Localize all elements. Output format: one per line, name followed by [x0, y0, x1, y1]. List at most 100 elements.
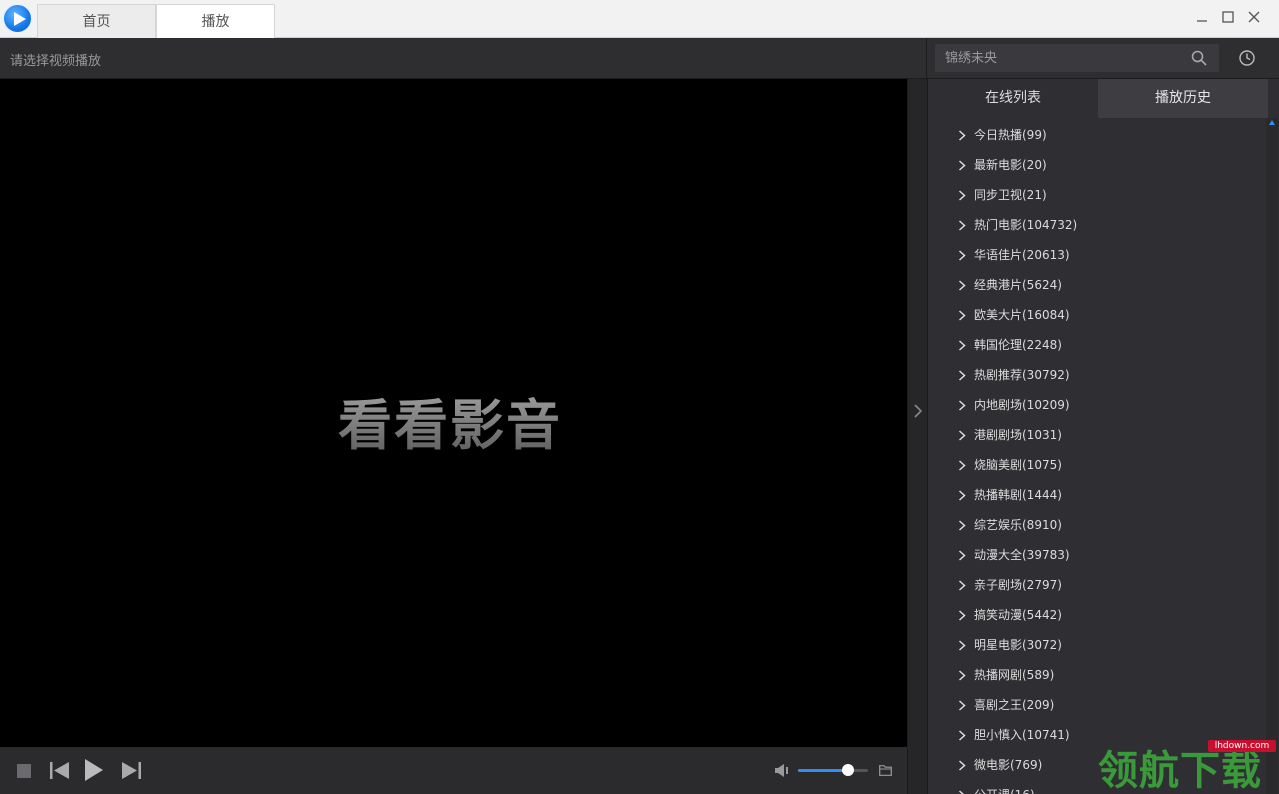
list-item-label: 微电影(769) [974, 758, 1043, 772]
list-item-label: 热剧推荐(30792) [974, 368, 1070, 382]
list-item[interactable]: 港剧剧场(1031) [928, 420, 1266, 450]
list-item-label: 胆小慎入(10741) [974, 728, 1070, 742]
chevron-right-icon [958, 280, 966, 291]
list-item[interactable]: 经典港片(5624) [928, 270, 1266, 300]
maximize-icon[interactable] [1215, 6, 1241, 30]
divider [926, 38, 927, 79]
list-item[interactable]: 亲子剧场(2797) [928, 570, 1266, 600]
list-item-label: 同步卫视(21) [974, 188, 1047, 202]
list-item-label: 经典港片(5624) [974, 278, 1062, 292]
list-item[interactable]: 热播韩剧(1444) [928, 480, 1266, 510]
list-item-label: 明星电影(3072) [974, 638, 1062, 652]
list-item-label: 内地剧场(10209) [974, 398, 1070, 412]
list-item[interactable]: 动漫大全(39783) [928, 540, 1266, 570]
list-item-label: 动漫大全(39783) [974, 548, 1070, 562]
list-item-label: 华语佳片(20613) [974, 248, 1070, 262]
chevron-right-icon [958, 550, 966, 561]
list-item-label: 热播韩剧(1444) [974, 488, 1062, 502]
close-icon[interactable] [1241, 6, 1267, 30]
chevron-right-icon [958, 400, 966, 411]
chevron-right-icon [958, 370, 966, 381]
list-item[interactable]: 欧美大片(16084) [928, 300, 1266, 330]
chevron-right-icon [958, 760, 966, 771]
search-icon[interactable] [1191, 50, 1207, 66]
chevron-right-icon [958, 430, 966, 441]
site-watermark-url: lhdown.com [1208, 740, 1276, 752]
chevron-right-icon [958, 340, 966, 351]
list-item[interactable]: 韩国伦理(2248) [928, 330, 1266, 360]
chevron-right-icon [958, 190, 966, 201]
chevron-right-icon [958, 610, 966, 621]
list-item-label: 亲子剧场(2797) [974, 578, 1062, 592]
previous-icon[interactable] [50, 762, 69, 779]
list-item[interactable]: 热播网剧(589) [928, 660, 1266, 690]
volume-slider-fill [798, 769, 847, 772]
panel-toggle-handle[interactable] [907, 79, 928, 794]
history-clock-icon[interactable] [1238, 49, 1256, 67]
chevron-right-icon [958, 250, 966, 261]
list-item-label: 综艺娱乐(8910) [974, 518, 1062, 532]
list-item[interactable]: 内地剧场(10209) [928, 390, 1266, 420]
list-item-label: 搞笑动漫(5442) [974, 608, 1062, 622]
chevron-right-icon [958, 220, 966, 231]
search-box[interactable] [935, 44, 1219, 72]
tab-play[interactable]: 播放 [156, 4, 275, 38]
app-logo-icon [2, 3, 33, 34]
list-item[interactable]: 搞笑动漫(5442) [928, 600, 1266, 630]
list-item-label: 最新电影(20) [974, 158, 1047, 172]
list-item-label: 公开课(16) [974, 788, 1035, 794]
chevron-right-icon [958, 580, 966, 591]
list-item[interactable]: 烧脑美剧(1075) [928, 450, 1266, 480]
tab-online-list[interactable]: 在线列表 [928, 79, 1098, 118]
list-item[interactable]: 明星电影(3072) [928, 630, 1266, 660]
title-bar: 首页 播放 [0, 0, 1279, 38]
list-item[interactable]: 综艺娱乐(8910) [928, 510, 1266, 540]
player-logo-text: 看看影音 [338, 381, 562, 460]
list-item-label: 喜剧之王(209) [974, 698, 1055, 712]
search-input[interactable] [945, 48, 1175, 68]
playlist-panel: 在线列表 播放历史 今日热播(99) 最新电影(20) 同步卫视(21) 热门电影(1… [928, 79, 1279, 794]
chevron-right-icon [958, 700, 966, 711]
chevron-right-icon [958, 490, 966, 501]
tab-home[interactable]: 首页 [37, 4, 156, 38]
list-item-label: 欧美大片(16084) [974, 308, 1070, 322]
tab-play-history[interactable]: 播放历史 [1098, 79, 1268, 118]
scroll-up-arrow-icon[interactable] [1269, 120, 1275, 125]
list-item[interactable]: 最新电影(20) [928, 150, 1266, 180]
list-item-label: 今日热播(99) [974, 128, 1047, 142]
chevron-right-icon [958, 730, 966, 741]
play-icon[interactable] [85, 759, 103, 781]
list-item-label: 韩国伦理(2248) [974, 338, 1062, 352]
list-item-label: 烧脑美剧(1075) [974, 458, 1062, 472]
chevron-right-icon [958, 130, 966, 141]
chevron-right-icon [958, 310, 966, 321]
list-item-label: 热播网剧(589) [974, 668, 1055, 682]
open-folder-icon[interactable] [879, 765, 892, 776]
list-item[interactable]: 热剧推荐(30792) [928, 360, 1266, 390]
toolbar: 请选择视频播放 [0, 38, 1279, 79]
list-item-label: 热门电影(104732) [974, 218, 1078, 232]
volume-slider[interactable] [798, 764, 868, 776]
list-item[interactable]: 喜剧之王(209) [928, 690, 1266, 720]
volume-icon[interactable] [775, 764, 789, 777]
chevron-right-icon [958, 790, 964, 794]
list-item[interactable]: 同步卫视(21) [928, 180, 1266, 210]
player-controls [0, 747, 907, 794]
chevron-right-icon [958, 640, 966, 651]
next-icon[interactable] [122, 762, 141, 779]
chevron-right-icon [958, 670, 966, 681]
stop-icon[interactable] [17, 764, 31, 778]
minimize-icon[interactable] [1189, 6, 1215, 30]
list-item-label: 港剧剧场(1031) [974, 428, 1062, 442]
chevron-right-icon [914, 404, 923, 418]
list-item[interactable]: 热门电影(104732) [928, 210, 1266, 240]
chevron-right-icon [958, 160, 966, 171]
list-item[interactable]: 今日热播(99) [928, 120, 1266, 150]
category-list: 今日热播(99) 最新电影(20) 同步卫视(21) 热门电影(104732) 华语佳片… [928, 120, 1266, 794]
video-canvas[interactable]: 看看影音 [0, 79, 907, 747]
volume-slider-handle[interactable] [842, 764, 854, 776]
chevron-right-icon [958, 520, 966, 531]
scrollbar[interactable] [1266, 118, 1278, 794]
list-item[interactable]: 华语佳片(20613) [928, 240, 1266, 270]
chevron-right-icon [958, 460, 966, 471]
